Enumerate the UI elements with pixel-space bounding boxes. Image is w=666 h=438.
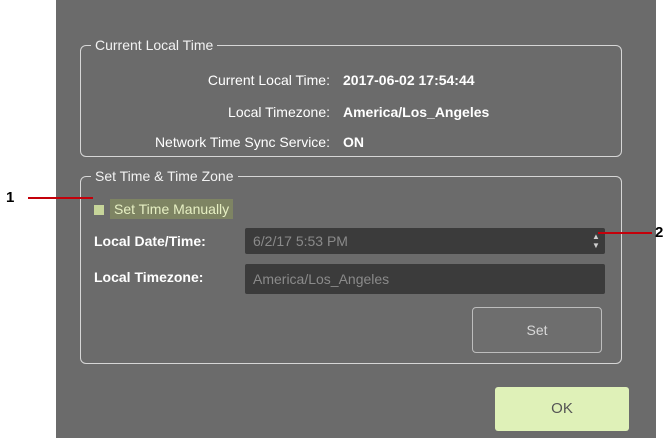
time-sync-value: ON [343, 134, 364, 150]
current-local-time-group: Current Local Time Current Local Time: 2… [80, 38, 622, 157]
local-timezone-field[interactable]: America/Los_Angeles [245, 264, 605, 294]
current-time-row: Current Local Time: 2017-06-02 17:54:44 [81, 70, 621, 90]
local-datetime-label: Local Date/Time: [94, 233, 206, 249]
local-timezone-label: Local Timezone: [228, 104, 330, 120]
local-datetime-value: 6/2/17 5:53 PM [253, 233, 348, 249]
datetime-spinner[interactable]: ▲ ▼ [591, 232, 601, 250]
local-timezone-row: Local Timezone: America/Los_Angeles [81, 102, 621, 122]
current-time-value: 2017-06-02 17:54:44 [343, 72, 475, 88]
local-timezone-field-label: Local Timezone: [94, 269, 204, 285]
callout-1-number: 1 [6, 189, 15, 206]
set-time-manually-label[interactable]: Set Time Manually [110, 199, 234, 219]
local-timezone-field-value: America/Los_Angeles [253, 271, 390, 287]
set-time-group: Set Time & Time Zone Set Time Manually L… [80, 169, 622, 364]
set-time-legend: Set Time & Time Zone [95, 168, 234, 184]
local-timezone-value: America/Los_Angeles [343, 104, 490, 120]
set-button[interactable]: Set [472, 307, 602, 353]
time-sync-label: Network Time Sync Service: [154, 134, 330, 150]
local-datetime-field[interactable]: 6/2/17 5:53 PM ▲ ▼ [245, 228, 605, 254]
current-local-time-legend: Current Local Time [95, 37, 214, 53]
callout-2-number: 2 [655, 224, 664, 241]
set-time-manually-checkbox[interactable] [94, 205, 104, 215]
ok-button[interactable]: OK [495, 387, 629, 431]
current-time-label: Current Local Time: [207, 72, 330, 88]
callout-2-line [598, 232, 652, 234]
spin-down-icon[interactable]: ▼ [591, 241, 601, 250]
time-sync-row: Network Time Sync Service: ON [81, 132, 621, 152]
callout-1-line [28, 197, 93, 199]
set-time-dialog: Current Local Time Current Local Time: 2… [56, 0, 656, 438]
